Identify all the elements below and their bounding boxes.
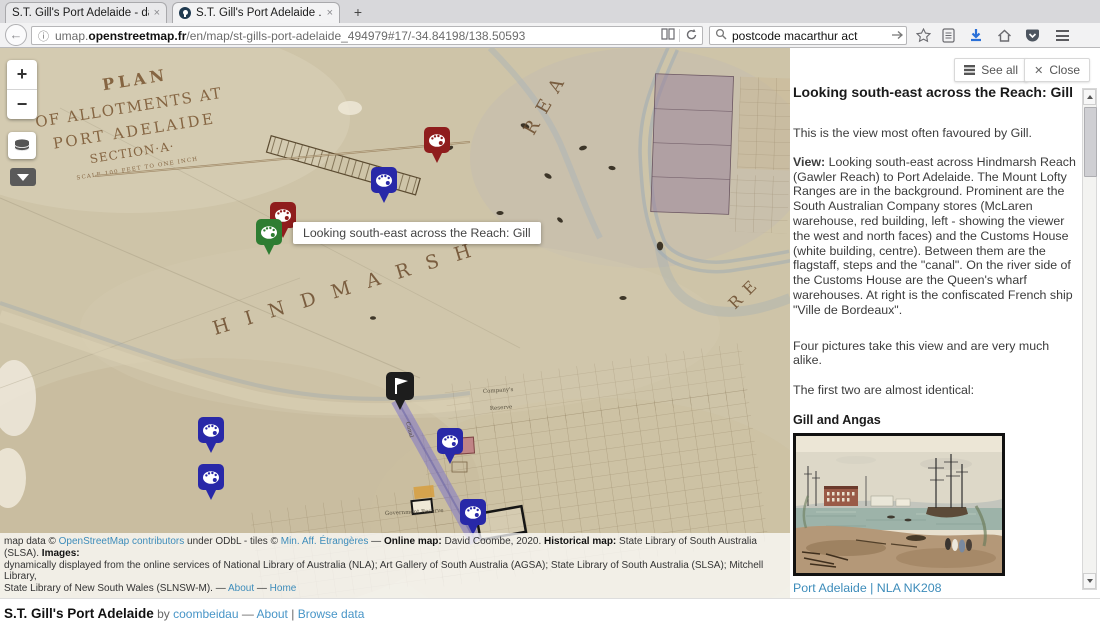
new-tab-button[interactable]: + [347, 4, 369, 21]
panel-scrollbar[interactable] [1082, 88, 1097, 590]
search-icon [710, 27, 732, 45]
reader-mode-icon[interactable] [657, 28, 679, 43]
marker-tooltip: Looking south-east across the Reach: Gil… [293, 222, 541, 244]
url-text: umap.openstreetmap.fr/en/map/st-gills-po… [55, 29, 657, 43]
bookmarks-list-icon[interactable] [938, 27, 958, 44]
footer-map-title: S.T. Gill's Port Adelaide [4, 606, 154, 621]
scrollbar-thumb[interactable] [1084, 107, 1097, 177]
close-icon: ✕ [1034, 64, 1043, 77]
tab-2-title: S.T. Gill's Port Adelaide ... [196, 7, 322, 19]
zoom-control: + − [7, 60, 37, 119]
list-icon [964, 65, 975, 75]
home-icon[interactable] [994, 27, 1014, 44]
see-all-button[interactable]: See all [954, 58, 1028, 82]
back-button[interactable]: ← [5, 24, 27, 46]
image-source-link[interactable]: Port Adelaide | NLA NK208 [793, 581, 1081, 595]
close-panel-button[interactable]: ✕ Close [1024, 58, 1090, 82]
scroll-up-button[interactable] [1083, 89, 1096, 105]
gill-watercolour-image[interactable] [793, 433, 1005, 576]
tab-2[interactable]: S.T. Gill's Port Adelaide ... × [172, 2, 340, 23]
details-panel: See all ✕ Close Looking south-east acros… [790, 48, 1100, 598]
footer-text: S.T. Gill's Port Adelaide by coombeidau … [4, 606, 364, 621]
menu-icon[interactable] [1052, 27, 1072, 44]
url-bar[interactable]: ⓘ umap.openstreetmap.fr/en/map/st-gills-… [31, 26, 703, 45]
umap-favicon [179, 7, 191, 19]
browser-window: S.T. Gill's Port Adelaide - da... × S.T.… [0, 0, 1100, 628]
reload-icon[interactable] [680, 28, 702, 44]
panel-content: Looking south-east across the Reach: Gil… [793, 84, 1081, 628]
tab-1-title: S.T. Gill's Port Adelaide - da... [12, 7, 149, 19]
pocket-icon[interactable] [1022, 27, 1042, 44]
historical-map-canvas[interactable]: PLAN OF ALLOTMENTS AT PORT ADELAIDE SECT… [0, 48, 790, 598]
footer-author-link[interactable]: coombeidau [173, 607, 238, 621]
subheading-gill-angas: Gill and Angas [793, 413, 1081, 427]
attribution-line-3: State Library of New South Wales (SLNSW-… [4, 583, 786, 595]
attribution-home-link[interactable]: Home [270, 583, 297, 594]
paragraph-view: View: Looking south-east across Hindmars… [793, 155, 1081, 318]
search-go-icon[interactable] [887, 27, 909, 45]
scroll-down-icon [1087, 579, 1093, 583]
page-footer: S.T. Gill's Port Adelaide by coombeidau … [0, 598, 1100, 628]
attribution-line-1: map data © OpenStreetMap contributors un… [4, 536, 786, 560]
scroll-down-button[interactable] [1083, 573, 1096, 589]
navigation-toolbar: ← ⓘ umap.openstreetmap.fr/en/map/st-gill… [0, 23, 1100, 48]
tab-2-close-icon[interactable]: × [327, 7, 333, 19]
footer-about-link[interactable]: About [257, 607, 288, 621]
osm-contributors-link[interactable]: OpenStreetMap contributors [59, 536, 185, 547]
zoom-in-button[interactable]: + [7, 60, 37, 90]
tab-strip: S.T. Gill's Port Adelaide - da... × S.T.… [0, 0, 1100, 23]
paragraph-intro: This is the view most often favoured by … [793, 126, 1081, 141]
paragraph-first-two: The first two are almost identical: [793, 383, 1081, 398]
site-info-icon[interactable]: ⓘ [38, 28, 49, 44]
layers-icon [13, 137, 31, 155]
map-attribution: map data © OpenStreetMap contributors un… [0, 533, 790, 598]
panel-title: Looking south-east across the Reach: Gil… [793, 84, 1081, 100]
bookmark-star-icon[interactable] [913, 27, 933, 44]
paragraph-four-pictures: Four pictures take this view and are ver… [793, 339, 1081, 369]
chevron-down-icon [17, 174, 29, 181]
search-input[interactable] [732, 29, 887, 43]
zoom-out-button[interactable]: − [7, 90, 37, 119]
attribution-line-2: dynamically displayed from the online se… [4, 560, 786, 584]
map-viewport[interactable]: PLAN OF ALLOTMENTS AT PORT ADELAIDE SECT… [0, 48, 790, 598]
attribution-about-link[interactable]: About [228, 583, 254, 594]
tab-1-close-icon[interactable]: × [154, 7, 160, 19]
search-bar[interactable] [709, 26, 907, 45]
tiles-provider-link[interactable]: Min. Aff. Étrangères [281, 536, 369, 547]
layers-button[interactable] [8, 132, 36, 159]
download-icon[interactable] [966, 27, 986, 44]
tab-1[interactable]: S.T. Gill's Port Adelaide - da... × [5, 2, 167, 23]
footer-browse-data-link[interactable]: Browse data [298, 607, 365, 621]
scroll-up-icon [1087, 95, 1093, 99]
collapse-controls-button[interactable] [10, 168, 36, 186]
